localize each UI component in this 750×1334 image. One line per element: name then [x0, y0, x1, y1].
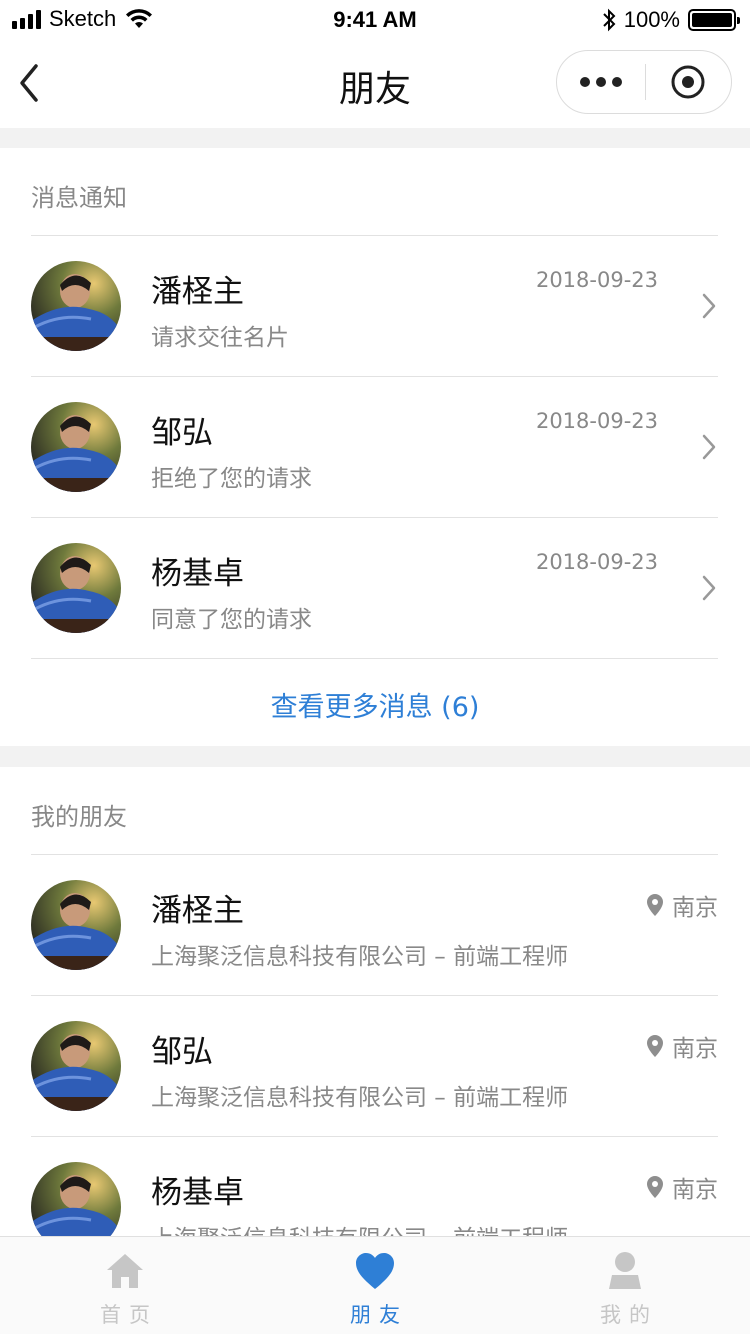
friend-location: 南京 — [646, 1029, 718, 1063]
friend-company: 上海聚泛信息科技有限公司 – 前端工程师 — [151, 1085, 569, 1111]
tab-label: 首页 — [100, 1303, 158, 1327]
friend-city: 南京 — [672, 1177, 718, 1203]
chevron-right-icon — [702, 293, 716, 319]
chevron-right-icon — [702, 575, 716, 601]
contact-name: 邹弘 — [151, 415, 213, 451]
navigation-bar: 朋友 — [0, 40, 750, 128]
home-icon — [107, 1254, 143, 1288]
contact-name: 杨基卓 — [151, 556, 244, 592]
friend-row[interactable]: 杨基卓 上海聚泛信息科技有限公司 – 前端工程师 南京 — [31, 1137, 718, 1237]
notification-row[interactable]: 邹弘 拒绝了您的请求 2018-09-23 — [31, 377, 718, 518]
contact-name: 潘柽主 — [151, 274, 244, 310]
notification-message: 请求交往名片 — [151, 325, 289, 351]
tab-bar: 首页 朋友 我的 — [0, 1236, 750, 1334]
section-title: 我的朋友 — [31, 803, 127, 831]
notification-row[interactable]: 杨基卓 同意了您的请求 2018-09-23 — [31, 518, 718, 659]
friend-row[interactable]: 潘柽主 上海聚泛信息科技有限公司 – 前端工程师 南京 — [31, 855, 718, 996]
friend-row[interactable]: 邹弘 上海聚泛信息科技有限公司 – 前端工程师 南京 — [31, 996, 718, 1137]
status-bar: Sketch 9:41 AM 100% — [0, 0, 750, 40]
friend-company: 上海聚泛信息科技有限公司 – 前端工程师 — [151, 1219, 568, 1237]
view-more-messages-link[interactable]: 查看更多消息 (6) — [0, 685, 750, 724]
friend-name: 杨基卓 — [151, 1175, 244, 1211]
friend-city: 南京 — [672, 895, 718, 921]
avatar — [31, 1162, 121, 1237]
tab-label: 朋友 — [350, 1303, 408, 1327]
friend-name: 邹弘 — [151, 1034, 213, 1070]
friends-section: 我的朋友 潘柽主 上海聚泛信息科技有限公司 – 前端工程师 南京 邹弘 上海聚泛… — [0, 767, 750, 1237]
friend-location: 南京 — [646, 1170, 718, 1204]
friend-city: 南京 — [672, 1036, 718, 1062]
notification-date: 2018-09-23 — [535, 550, 658, 574]
heart-icon — [356, 1253, 394, 1289]
section-title: 消息通知 — [31, 184, 127, 212]
notifications-section: 消息通知 潘柽主 请求交往名片 2018-09-23 邹弘 拒绝了您的请求 20… — [0, 148, 750, 746]
person-icon — [609, 1252, 641, 1289]
location-pin-icon — [647, 1176, 663, 1198]
notification-date: 2018-09-23 — [535, 268, 658, 292]
location-pin-icon — [647, 1035, 663, 1057]
battery-percentage: 100% — [623, 7, 680, 32]
avatar — [31, 543, 121, 633]
friend-company: 上海聚泛信息科技有限公司 – 前端工程师 — [151, 944, 569, 970]
notification-message: 同意了您的请求 — [151, 607, 312, 633]
tab-home[interactable]: 首页 — [0, 1237, 250, 1334]
friend-name: 潘柽主 — [151, 893, 244, 929]
notification-message: 拒绝了您的请求 — [151, 466, 312, 492]
avatar — [31, 261, 121, 351]
notification-row[interactable]: 潘柽主 请求交往名片 2018-09-23 — [31, 236, 718, 377]
friend-location: 南京 — [646, 888, 718, 922]
tab-friends[interactable]: 朋友 — [250, 1237, 500, 1334]
mini-program-capsule — [556, 50, 732, 114]
chevron-right-icon — [702, 434, 716, 460]
status-right: 100% — [602, 7, 740, 33]
avatar — [31, 880, 121, 970]
battery-icon — [688, 9, 740, 31]
notification-date: 2018-09-23 — [535, 409, 658, 433]
more-options-icon[interactable] — [557, 51, 645, 113]
avatar — [31, 402, 121, 492]
avatar — [31, 1021, 121, 1111]
tab-label: 我的 — [600, 1303, 658, 1327]
bluetooth-icon — [603, 8, 616, 32]
tab-profile[interactable]: 我的 — [500, 1237, 750, 1334]
location-pin-icon — [647, 894, 663, 916]
close-target-icon[interactable] — [646, 51, 732, 113]
